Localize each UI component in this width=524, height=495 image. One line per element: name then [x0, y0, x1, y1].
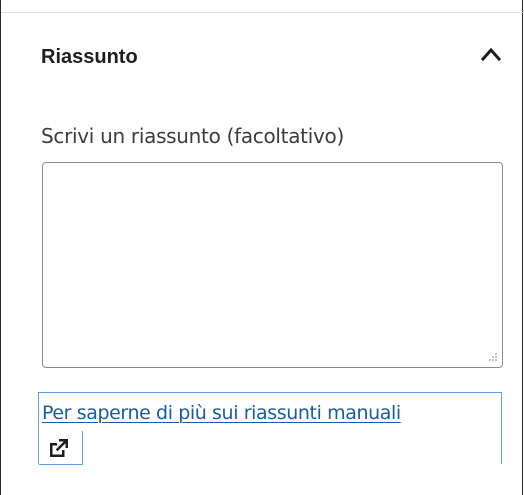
learn-more-link-text: Per saperne di più sui riassunti manuali: [42, 402, 401, 424]
excerpt-panel: Riassunto Scrivi un riassunto (facoltati…: [0, 0, 524, 495]
panel-toggle-button[interactable]: [471, 37, 511, 71]
resize-handle-icon[interactable]: [484, 350, 498, 364]
learn-more-link[interactable]: Per saperne di più sui riassunti manuali: [38, 392, 502, 465]
external-link-icon-wrapper[interactable]: [39, 431, 83, 465]
external-link-icon: [50, 439, 68, 457]
chevron-up-icon: [481, 47, 501, 61]
excerpt-textarea[interactable]: [42, 162, 503, 368]
panel-header[interactable]: Riassunto: [1, 13, 523, 103]
panel-title: Riassunto: [41, 46, 138, 68]
excerpt-label: Scrivi un riassunto (facoltativo): [41, 124, 344, 148]
